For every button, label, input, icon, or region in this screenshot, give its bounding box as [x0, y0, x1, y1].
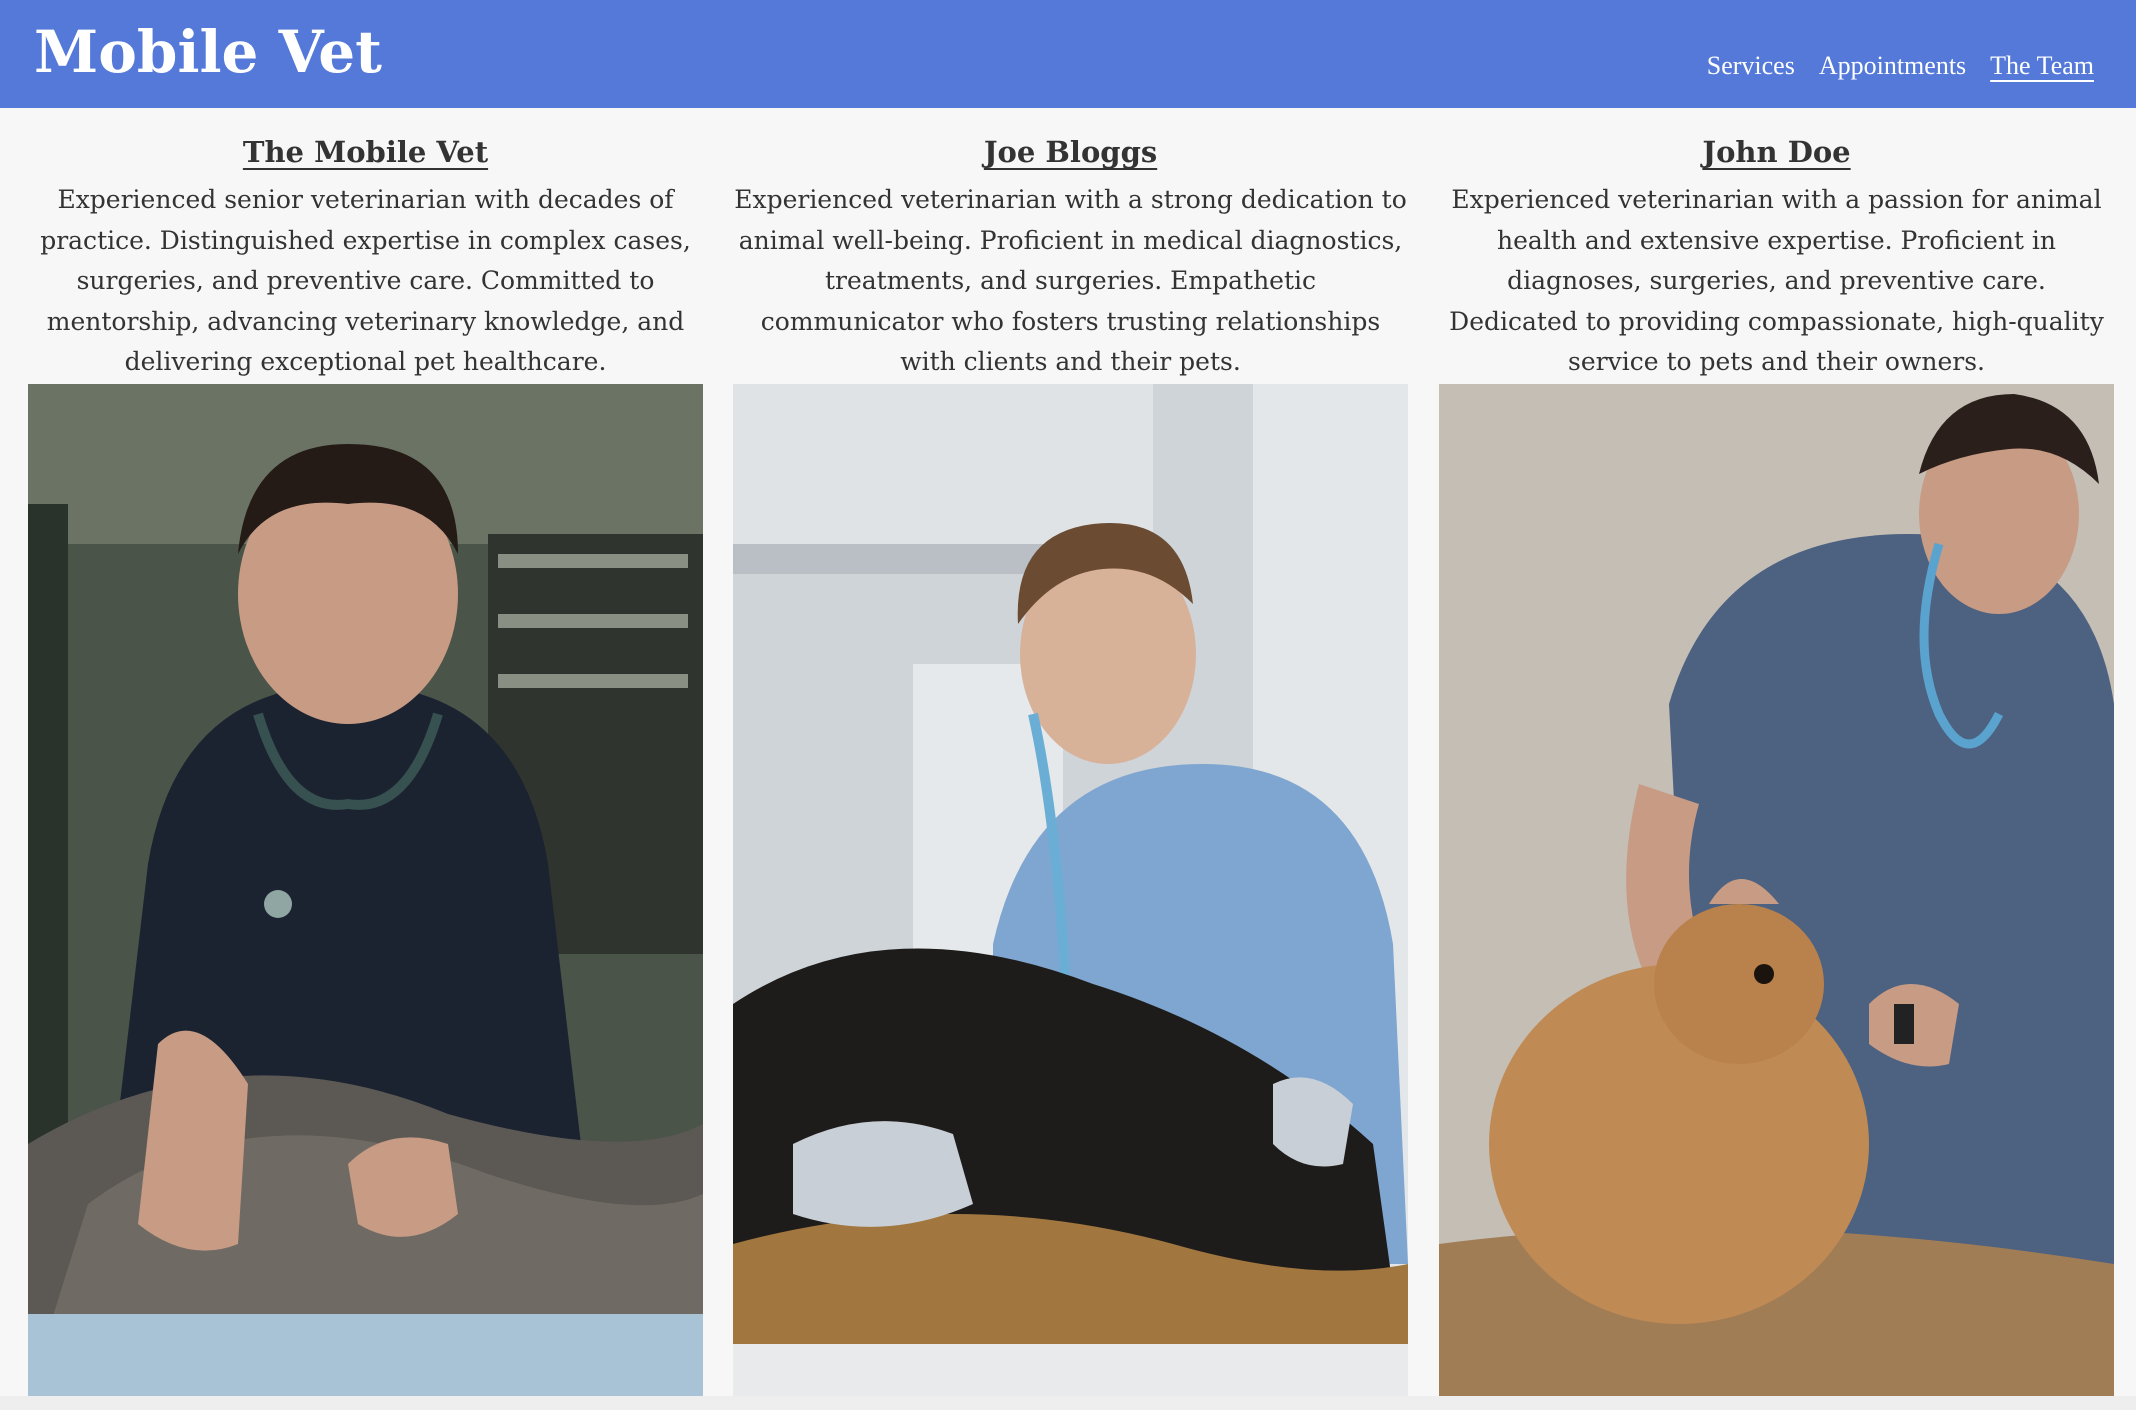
main-nav: Services Appointments The Team — [1683, 46, 2094, 86]
nav-link-appointments[interactable]: Appointments — [1819, 46, 1966, 86]
vet-photo-illustration — [28, 384, 703, 1396]
nav-link-the-team[interactable]: The Team — [1990, 46, 2094, 86]
nav-link-services[interactable]: Services — [1707, 46, 1795, 86]
team-card-john-doe: John Doe Experienced veterinarian with a… — [1439, 108, 2114, 1396]
team-member-name: Joe Bloggs — [983, 135, 1158, 169]
team-member-photo — [1439, 384, 2114, 1396]
team-card-joe-bloggs: Joe Bloggs Experienced veterinarian with… — [733, 108, 1408, 1396]
team-member-name: John Doe — [1702, 135, 1851, 169]
team-member-name: The Mobile Vet — [242, 135, 489, 169]
team-member-bio: Experienced veterinarian with a strong d… — [734, 185, 1407, 376]
site-title[interactable]: Mobile Vet — [34, 12, 382, 92]
team-section: The Mobile Vet Experienced senior veteri… — [28, 108, 2114, 1396]
team-member-photo — [28, 384, 703, 1396]
page-bottom-edge — [0, 1396, 2136, 1410]
team-member-photo — [733, 384, 1408, 1396]
team-member-bio: Experienced senior veterinarian with dec… — [40, 185, 691, 376]
site-header: Mobile Vet Services Appointments The Tea… — [0, 0, 2136, 108]
team-member-bio: Experienced veterinarian with a passion … — [1449, 185, 2104, 376]
team-card-mobile-vet: The Mobile Vet Experienced senior veteri… — [28, 108, 703, 1396]
vet-photo-illustration — [1439, 384, 2114, 1396]
vet-photo-illustration — [733, 384, 1408, 1396]
